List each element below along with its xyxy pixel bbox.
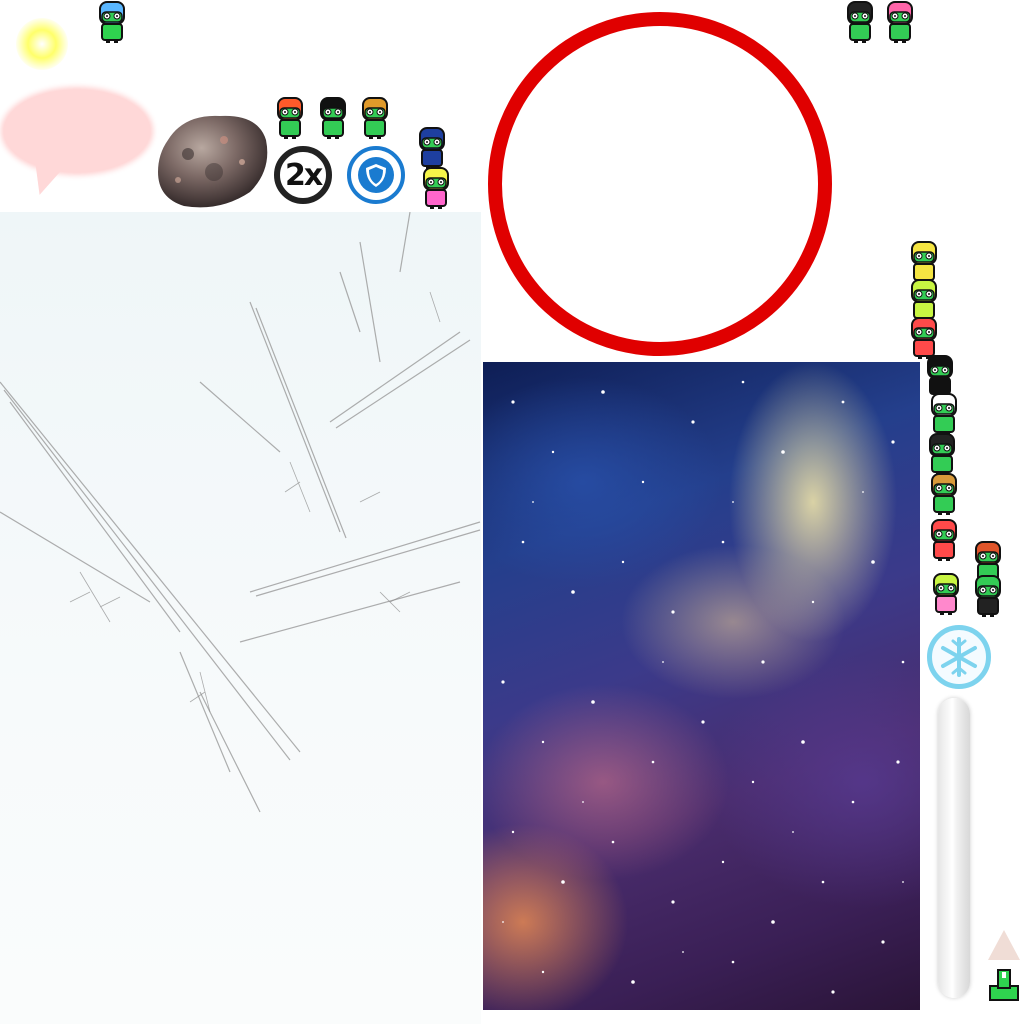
nurse-character (931, 393, 957, 435)
freeze-badge[interactable] (927, 625, 991, 689)
swat-character (975, 575, 1001, 617)
ice-background-tile (0, 211, 481, 1024)
jester-yellow-character (423, 167, 449, 209)
ninja-character (419, 127, 445, 169)
jester-character (99, 1, 125, 43)
viking-character (931, 473, 957, 515)
double-points-label: 2x (285, 158, 323, 193)
speech-bubble (4, 90, 150, 172)
double-points-badge[interactable]: 2x (274, 146, 332, 204)
knight-character (320, 97, 346, 139)
shield-icon (358, 157, 394, 193)
nebula-space-background (483, 362, 920, 1010)
graduate-character (929, 433, 955, 475)
king-character (277, 97, 303, 139)
sun-glow (16, 18, 68, 70)
target-ring (488, 12, 832, 356)
launcher-cannon-icon[interactable] (988, 966, 1020, 1002)
pink-helmet-character (887, 1, 913, 43)
princess-character (933, 573, 959, 615)
snowflake-icon (941, 637, 977, 677)
aim-arrow-icon (988, 930, 1020, 960)
shield-badge[interactable] (347, 146, 405, 204)
pharaoh-character (362, 97, 388, 139)
frost-cracks (0, 211, 481, 813)
speech-bubble-tail (29, 157, 69, 199)
starfield (501, 380, 905, 994)
asteroid-sprite (158, 115, 268, 208)
power-slider-track[interactable] (938, 698, 970, 998)
skull-mask-character (847, 1, 873, 43)
red-bald-character (931, 519, 957, 561)
